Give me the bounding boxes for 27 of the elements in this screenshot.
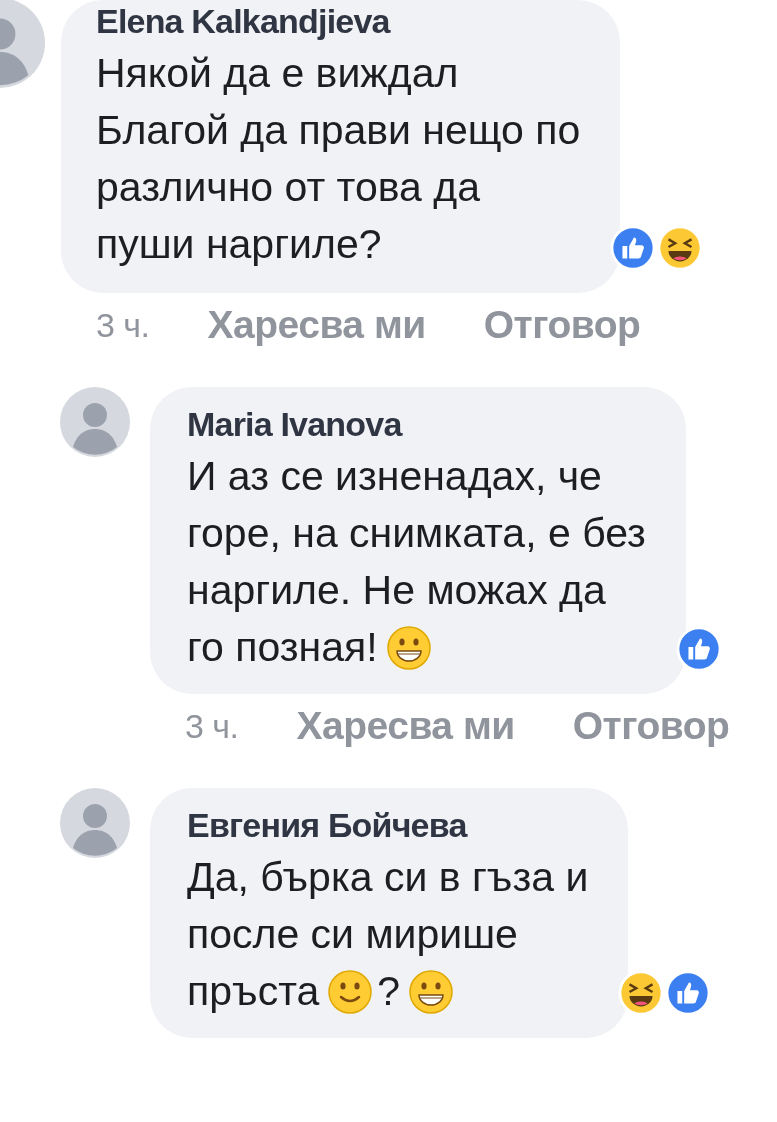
comment-text: Някой да е виждал bbox=[96, 50, 459, 97]
comment-time: 3 ч. bbox=[185, 706, 239, 746]
author-name[interactable]: Евгения Бойчева bbox=[187, 806, 589, 845]
comment-text: пръста bbox=[187, 968, 320, 1015]
comment-text: Да, бърка си в гъза и bbox=[187, 854, 589, 901]
author-name[interactable]: Maria Ivanova bbox=[187, 405, 646, 444]
comment-text: И аз се изненадах, че bbox=[187, 453, 602, 500]
like-link[interactable]: Харесва ми bbox=[296, 704, 515, 748]
grinning-face-icon bbox=[408, 968, 455, 1015]
comment-text: Благой да прави нещо по bbox=[96, 107, 581, 154]
avatar[interactable] bbox=[60, 387, 130, 457]
comment-text: различно от това да bbox=[96, 164, 480, 211]
comment-text: горе, на снимката, е без bbox=[187, 510, 646, 557]
author-name[interactable]: Elena Kalkandjieva bbox=[96, 2, 581, 41]
reply-link[interactable]: Отговор bbox=[483, 303, 641, 347]
comment-text: наргиле. Не можах да bbox=[187, 567, 606, 614]
smiling-face-icon bbox=[327, 968, 374, 1015]
comment-text: ? bbox=[377, 968, 401, 1015]
comment-text: после си мирише bbox=[187, 911, 518, 958]
grinning-face-icon bbox=[385, 624, 432, 671]
avatar[interactable] bbox=[60, 788, 130, 858]
comment-time: 3 ч. bbox=[96, 305, 150, 345]
reply-link[interactable]: Отговор bbox=[572, 704, 730, 748]
like-link[interactable]: Харесва ми bbox=[207, 303, 426, 347]
like-reaction-icon[interactable] bbox=[675, 626, 722, 672]
comment-text: пуши наргиле? bbox=[96, 221, 382, 268]
comment-text: го позная! bbox=[187, 624, 378, 671]
